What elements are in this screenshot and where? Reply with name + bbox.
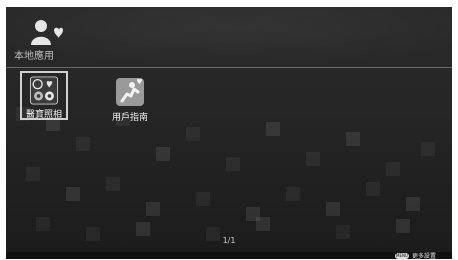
camera-collage-icon [29,76,59,105]
page-indicator: 1/1 [222,236,236,245]
footer-bar [6,252,452,259]
menu-button[interactable]: MENU [395,252,409,259]
app-label: 醫寶照相 [25,110,62,120]
app-label: 用戶指南 [111,113,148,123]
guide-run-icon [116,78,144,106]
header: 本地應用 [6,7,452,68]
user-heart-icon [31,20,63,45]
app-camera[interactable]: 醫寶照相 [20,71,68,120]
menu-hint[interactable]: MENU 更多設置 [395,252,436,260]
app-user-guide[interactable]: 用戶指南 [100,71,160,131]
app-screen: 本地應用 醫寶照相 用戶指南 1/1 [6,7,452,252]
tile-background [6,107,452,252]
page-title: 本地應用 [14,51,54,62]
